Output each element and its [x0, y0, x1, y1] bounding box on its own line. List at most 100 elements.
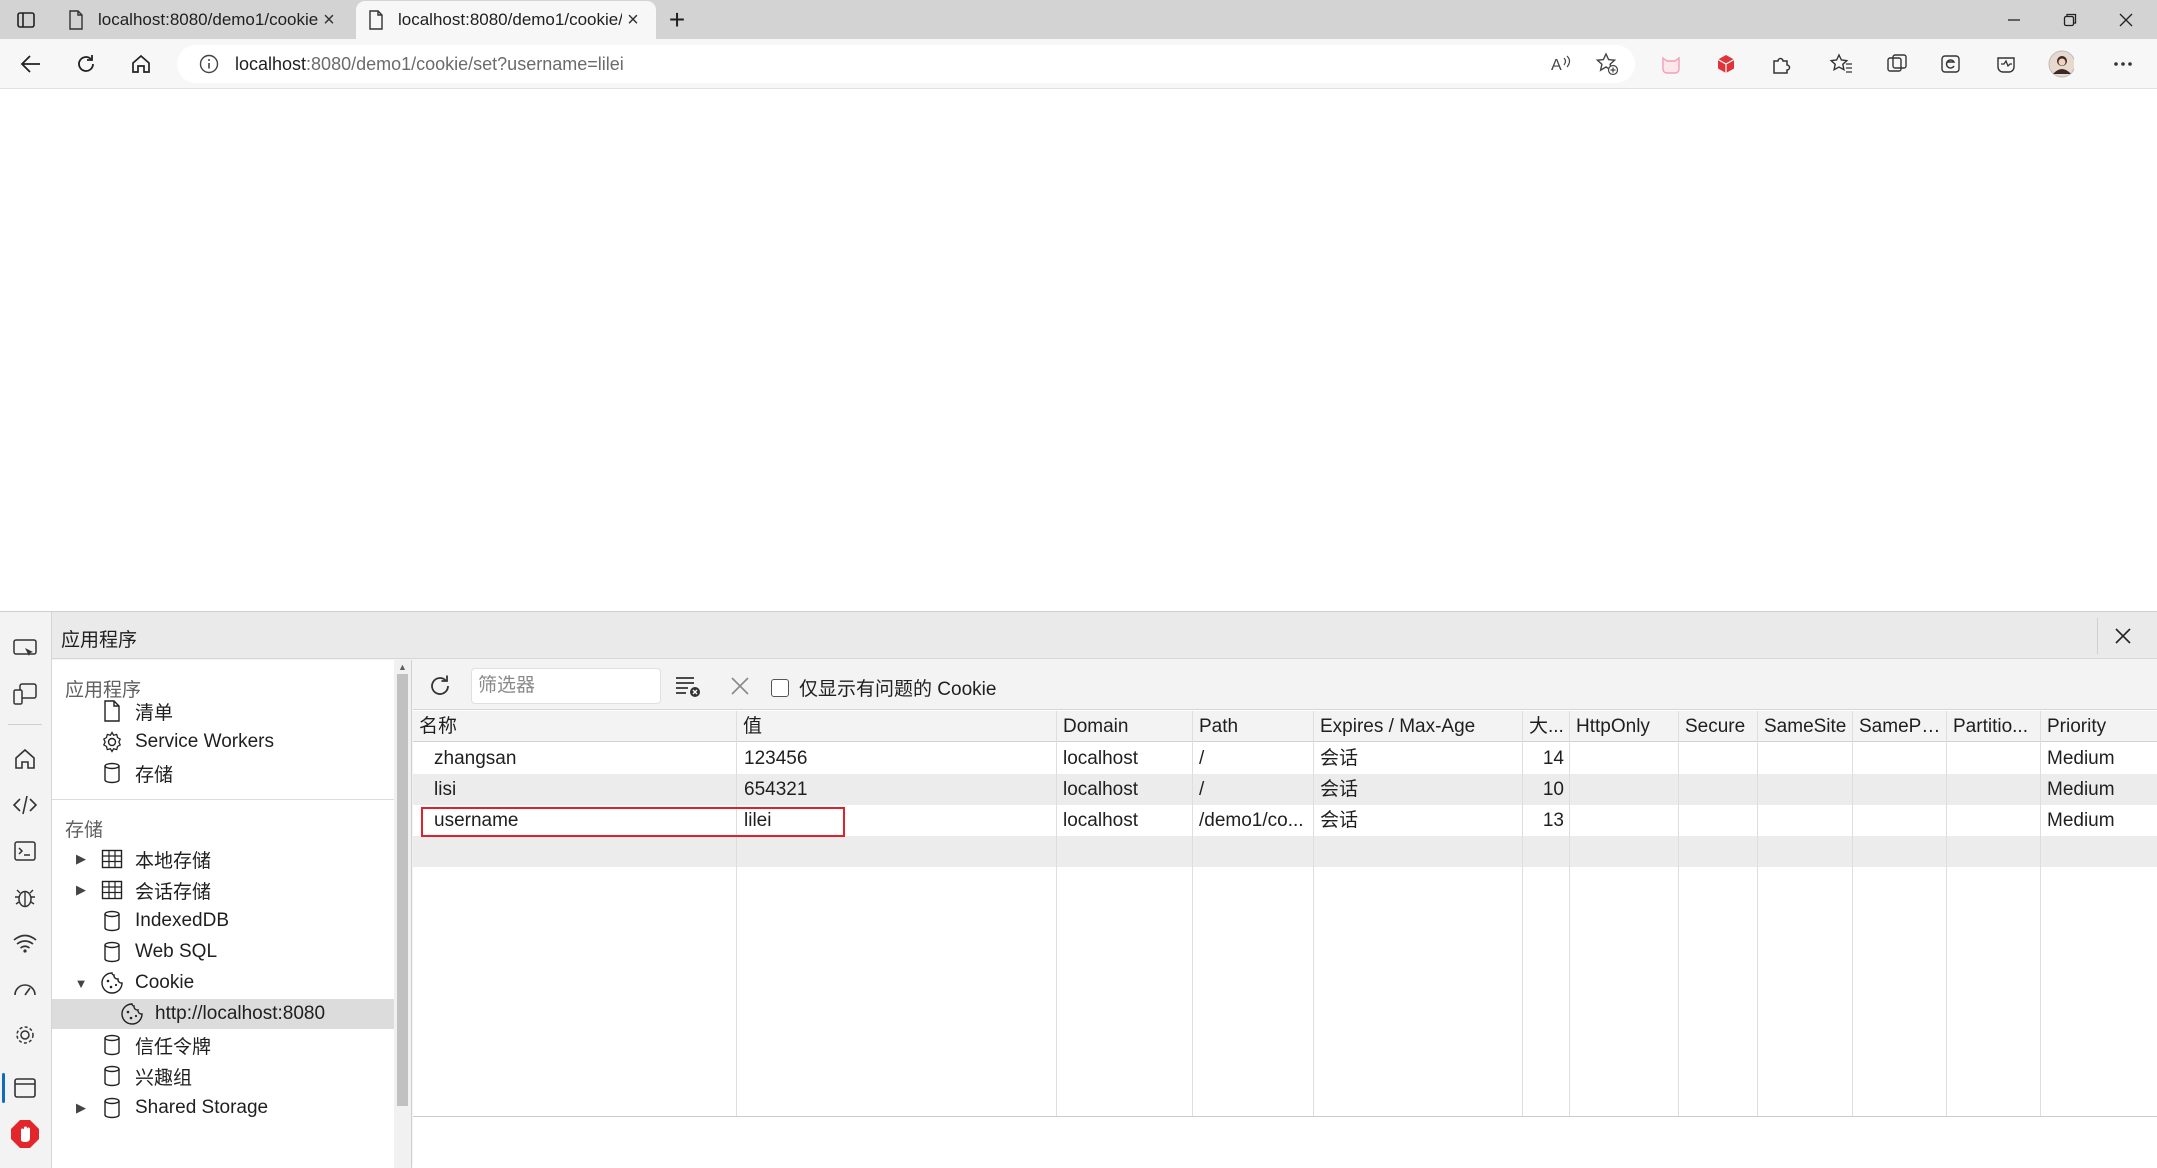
sidebar-item-web-sql[interactable]: Web SQL	[72, 937, 411, 967]
column-header-domain[interactable]: Domain	[1057, 711, 1193, 742]
column-header-path[interactable]: Path	[1193, 711, 1314, 742]
column-header-expires[interactable]: Expires / Max-Age	[1314, 711, 1523, 742]
column-divider[interactable]	[1852, 711, 1853, 1116]
only-issues-checkbox[interactable]: 仅显示有问题的 Cookie	[771, 674, 996, 701]
extension-cat-button[interactable]	[1658, 51, 1684, 77]
sidebar-item-cookie[interactable]: ▼ Cookie	[72, 968, 411, 998]
sidebar-item-service-workers[interactable]: Service Workers	[100, 727, 411, 757]
memory-tool[interactable]	[8, 1018, 42, 1052]
sidebar-item-manifest[interactable]: 清单	[100, 696, 411, 726]
edge-performance-button[interactable]	[1938, 51, 1964, 77]
adblock-extension-tool[interactable]	[8, 1117, 42, 1151]
application-window-icon	[14, 1078, 36, 1098]
refresh-button[interactable]	[67, 45, 105, 83]
column-header-samesite[interactable]: SameSite	[1758, 711, 1853, 742]
console-tool[interactable]	[8, 834, 42, 868]
ellipsis-icon	[2114, 62, 2132, 66]
read-aloud-button[interactable]: A	[1548, 51, 1574, 77]
column-divider[interactable]	[2040, 711, 2041, 1116]
home-button[interactable]	[122, 45, 160, 83]
tab-cookie-fe[interactable]: localhost:8080/demo1/cookie/fe ×	[56, 1, 352, 39]
collections-tabs-button[interactable]	[1884, 51, 1910, 77]
refresh-cookies-button[interactable]	[425, 671, 455, 701]
sidebar-item-shared-storage[interactable]: ▶ Shared Storage	[72, 1093, 411, 1123]
puzzle-icon	[1773, 57, 1791, 74]
database-icon	[100, 1096, 124, 1120]
column-divider[interactable]	[736, 711, 737, 1116]
network-tool[interactable]	[8, 926, 42, 960]
close-window-button[interactable]	[2098, 0, 2154, 39]
expand-arrow-icon[interactable]: ▶	[72, 882, 90, 898]
application-tool[interactable]	[8, 1071, 42, 1105]
close-devtools-button[interactable]	[2097, 618, 2147, 654]
restore-button[interactable]	[2042, 0, 2098, 39]
elements-tool[interactable]	[8, 788, 42, 822]
favorites-button[interactable]	[1828, 51, 1854, 77]
profile-button[interactable]	[2048, 50, 2074, 78]
sources-tool[interactable]	[8, 880, 42, 914]
column-divider[interactable]	[1946, 711, 1947, 1116]
sidebar-item-trust-tokens[interactable]: 信任令牌	[72, 1030, 411, 1060]
column-divider[interactable]	[1522, 711, 1523, 1116]
sidebar-item-interest-groups[interactable]: 兴趣组	[72, 1061, 411, 1091]
column-divider[interactable]	[1757, 711, 1758, 1116]
column-divider[interactable]	[1313, 711, 1314, 1116]
device-toolbar-tool[interactable]	[8, 677, 42, 711]
clear-filtered-cookies-button[interactable]	[673, 671, 703, 701]
table-row[interactable]: lisi 654321 localhost / 会话 10 Medium	[413, 774, 2157, 805]
column-header-samepa[interactable]: SamePa...	[1853, 711, 1947, 742]
table-row[interactable]: zhangsan 123456 localhost / 会话 14 Medium	[413, 743, 2157, 774]
panel-header: 应用程序	[52, 612, 2157, 659]
column-header-priority[interactable]: Priority	[2041, 711, 2157, 742]
clear-all-cookies-button[interactable]	[725, 671, 755, 701]
address-bar[interactable]: localhost:8080/demo1/cookie/set?username…	[177, 45, 1635, 83]
section-divider	[52, 799, 395, 800]
sidebar-item-indexeddb[interactable]: IndexedDB	[72, 906, 411, 936]
scrollbar-thumb[interactable]	[397, 674, 408, 1106]
expand-arrow-icon[interactable]: ▶	[72, 851, 90, 867]
sidebar-item-storage[interactable]: 存储	[100, 758, 411, 788]
performance-tool[interactable]	[8, 972, 42, 1006]
expand-arrow-icon[interactable]: ▶	[72, 1100, 90, 1116]
sidebar-item-session-storage[interactable]: ▶ 会话存储	[72, 875, 411, 905]
add-favorite-button[interactable]	[1594, 51, 1620, 77]
sidebar-scrollbar[interactable]: ▲	[394, 660, 411, 1168]
tab-cookie-set[interactable]: localhost:8080/demo1/cookie/se ×	[356, 1, 656, 39]
cookie-icon	[120, 1002, 144, 1026]
cookie-panel: 仅显示有问题的 Cookie 名称值DomainPathExpires / Ma…	[413, 660, 2157, 1168]
minimize-button[interactable]	[1986, 0, 2042, 39]
welcome-tool[interactable]	[8, 742, 42, 776]
column-header-secure[interactable]: Secure	[1679, 711, 1758, 742]
scroll-up-icon[interactable]: ▲	[398, 662, 407, 672]
cell-value: 123456	[744, 748, 808, 769]
back-button[interactable]	[12, 45, 50, 83]
cell-priority: Medium	[2047, 779, 2115, 800]
extension-red-button[interactable]	[1713, 51, 1739, 77]
checkbox-box[interactable]	[771, 678, 789, 697]
cookie-filter-input[interactable]	[471, 668, 661, 704]
more-menu-button[interactable]	[2110, 51, 2136, 77]
collapse-arrow-icon[interactable]: ▼	[72, 976, 90, 991]
site-info-icon[interactable]	[199, 54, 219, 74]
column-divider[interactable]	[1678, 711, 1679, 1116]
column-header-value[interactable]: 值	[737, 711, 1057, 742]
column-header-partition[interactable]: Partitio...	[1947, 711, 2041, 742]
browser-essentials-button[interactable]	[1993, 51, 2019, 77]
extensions-button[interactable]	[1768, 51, 1794, 77]
column-divider[interactable]	[1056, 711, 1057, 1116]
tab-close-button[interactable]: ×	[622, 9, 644, 32]
tab-close-button[interactable]: ×	[318, 9, 340, 32]
tab-actions-button[interactable]	[0, 0, 52, 39]
column-header-httponly[interactable]: HttpOnly	[1570, 711, 1679, 742]
column-divider[interactable]	[1569, 711, 1570, 1116]
cell-partition	[1947, 805, 2041, 836]
column-header-size[interactable]: 大...	[1523, 711, 1570, 742]
column-header-name[interactable]: 名称	[413, 711, 737, 742]
inspect-device-tool[interactable]	[8, 632, 42, 666]
column-divider[interactable]	[1192, 711, 1193, 1116]
new-tab-button[interactable]: +	[660, 0, 694, 39]
minimize-icon	[2008, 18, 2020, 21]
sidebar-item-local-storage[interactable]: ▶ 本地存储	[72, 844, 411, 874]
sidebar-item-cookie-localhost[interactable]: http://localhost:8080	[52, 999, 395, 1029]
sidebar-toggle-icon	[17, 11, 35, 28]
